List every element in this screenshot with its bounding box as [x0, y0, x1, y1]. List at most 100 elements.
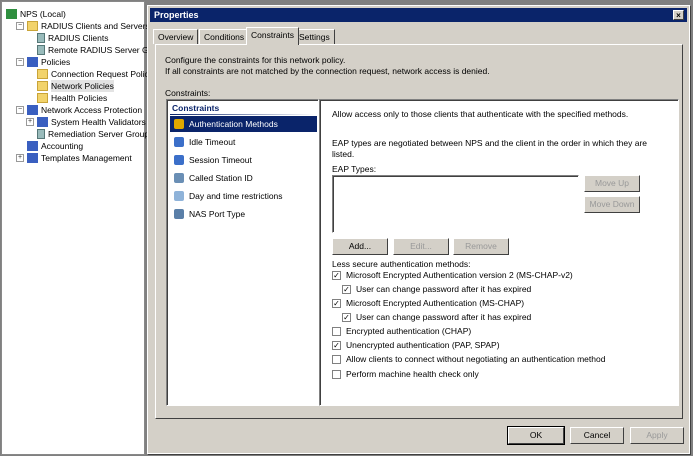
header-divider [170, 114, 315, 115]
list-header: Constraints [172, 103, 220, 113]
checkbox[interactable]: ✓ [332, 270, 341, 280]
console-tree[interactable]: NPS (Local) − RADIUS Clients and Servers RA… [1, 1, 151, 455]
tree-item[interactable]: − Network Access Protection [16, 104, 142, 116]
checkbox-option[interactable]: ✓ Microsoft Encrypted Authentication (MS-… [332, 298, 524, 308]
move-down-button[interactable]: Move Down [584, 196, 640, 213]
tree-item[interactable]: Remediation Server Group [26, 128, 149, 140]
constraint-label: Idle Timeout [189, 137, 236, 147]
checkbox[interactable]: ✓ [342, 312, 351, 322]
properties-dialog: Properties × Overview Conditions Constra… [147, 5, 690, 454]
tree-item[interactable]: + System Health Validators [26, 116, 146, 128]
tab-settings[interactable]: Settings [294, 29, 335, 44]
constraint-item[interactable]: Session Timeout [170, 152, 317, 168]
constraint-label: Session Timeout [189, 155, 252, 165]
tree-item-label: RADIUS Clients and Servers [41, 21, 150, 31]
eap-text-2: listed. [332, 149, 355, 159]
constraint-label: Authentication Methods [189, 119, 278, 129]
tree-item[interactable]: Network Policies [26, 80, 114, 92]
tree-item-label: Templates Management [41, 153, 132, 163]
checkbox-option[interactable]: Allow clients to connect without negotia… [332, 354, 605, 364]
eap-types-list[interactable] [332, 175, 579, 233]
expander-icon[interactable]: − [16, 22, 24, 30]
checkbox-option[interactable]: ✓ User can change password after it has e… [342, 284, 531, 294]
tree-item[interactable]: RADIUS Clients [26, 32, 108, 44]
tree-item-label: Remediation Server Group [48, 129, 150, 139]
tab-constraints[interactable]: Constraints [246, 27, 299, 45]
tree-item-label: Accounting [41, 141, 84, 151]
folder-icon [27, 21, 38, 31]
server-group-icon [37, 129, 45, 139]
constraint-item[interactable]: Authentication Methods [170, 116, 317, 132]
settings-panel: Allow access only to those clients that … [319, 99, 679, 406]
checkbox-option[interactable]: Perform machine health check only [332, 369, 479, 379]
move-up-button[interactable]: Move Up [584, 175, 640, 192]
tree-item[interactable]: Connection Request Polici [26, 68, 151, 80]
checkbox-label: Allow clients to connect without negotia… [346, 354, 606, 364]
expander-icon[interactable]: − [16, 58, 24, 66]
constraint-label: Called Station ID [189, 173, 253, 183]
tab-conditions[interactable]: Conditions [199, 29, 250, 44]
expander-icon[interactable]: + [16, 154, 24, 162]
nas-port-icon [174, 209, 184, 219]
tree-item-label: Health Policies [51, 93, 108, 103]
accounting-icon [27, 141, 38, 151]
apply-button[interactable]: Apply [630, 427, 684, 444]
tree-item-label: System Health Validators [51, 117, 146, 127]
checkbox-option[interactable]: Encrypted authentication (CHAP) [332, 326, 471, 336]
station-id-icon [174, 173, 184, 183]
checkbox[interactable]: ✓ [332, 298, 341, 308]
dialog-title: Properties [154, 10, 199, 20]
folder-icon [37, 93, 48, 103]
checkbox-label: Unencrypted authentication (PAP, SPAP) [346, 340, 500, 350]
add-button[interactable]: Add... [332, 238, 388, 255]
eap-types-label: EAP Types: [332, 164, 377, 174]
constraint-label: NAS Port Type [189, 209, 246, 219]
constraint-item[interactable]: Idle Timeout [170, 134, 317, 150]
dialog-title-bar: Properties × [150, 8, 687, 22]
folder-icon [37, 69, 48, 79]
remove-button[interactable]: Remove [453, 238, 509, 255]
checkbox-option[interactable]: ✓ User can change password after it has e… [342, 312, 531, 322]
constraints-list[interactable]: Constraints Authentication Methods Idle T… [166, 99, 319, 406]
server-group-icon [37, 45, 45, 55]
eap-text-1: EAP types are negotiated between NPS and… [332, 138, 648, 148]
tree-item-label: Network Access Protection [41, 105, 143, 115]
tree-item[interactable]: + Templates Management [16, 152, 132, 164]
checkbox[interactable] [332, 326, 341, 336]
tree-item[interactable]: Remote RADIUS Server G [26, 44, 149, 56]
checkbox-label: Microsoft Encrypted Authentication versi… [346, 270, 573, 280]
tab-overview[interactable]: Overview [153, 29, 199, 44]
checkbox[interactable] [332, 354, 341, 364]
expander-icon[interactable]: + [26, 118, 34, 126]
cancel-button[interactable]: Cancel [570, 427, 624, 444]
description-line-1: Configure the constraints for this netwo… [165, 55, 346, 65]
constraint-item[interactable]: Called Station ID [170, 170, 317, 186]
constraint-label: Day and time restrictions [189, 191, 283, 201]
tree-item[interactable]: NPS (Local) [6, 8, 66, 20]
validator-icon [37, 117, 48, 127]
expander-icon[interactable]: − [16, 106, 24, 114]
checkbox-label: Microsoft Encrypted Authentication (MS-C… [346, 298, 525, 308]
nps-icon [6, 9, 17, 19]
constraint-item[interactable]: NAS Port Type [170, 206, 317, 222]
checkbox-option[interactable]: ✓ Microsoft Encrypted Authentication vers… [332, 270, 573, 280]
checkbox[interactable]: ✓ [332, 340, 341, 350]
constraint-item[interactable]: Day and time restrictions [170, 188, 317, 204]
checkbox-option[interactable]: ✓ Unencrypted authentication (PAP, SPAP) [332, 340, 500, 350]
close-button[interactable]: × [673, 10, 684, 20]
ok-button[interactable]: OK [507, 426, 565, 445]
checkbox[interactable]: ✓ [342, 284, 351, 294]
edit-button[interactable]: Edit... [393, 238, 449, 255]
less-secure-label: Less secure authentication methods: [332, 259, 471, 269]
lock-icon [174, 119, 184, 129]
tree-item-label: Connection Request Polici [51, 69, 151, 79]
tree-item[interactable]: Health Policies [26, 92, 107, 104]
tree-item-label: Policies [41, 57, 71, 67]
tree-item[interactable]: Accounting [16, 140, 83, 152]
tree-item[interactable]: − RADIUS Clients and Servers [16, 20, 150, 32]
tree-item-label: NPS (Local) [20, 9, 66, 19]
checkbox[interactable] [332, 369, 341, 379]
policies-icon [27, 57, 38, 67]
server-icon [37, 33, 45, 43]
tree-item[interactable]: − Policies [16, 56, 70, 68]
